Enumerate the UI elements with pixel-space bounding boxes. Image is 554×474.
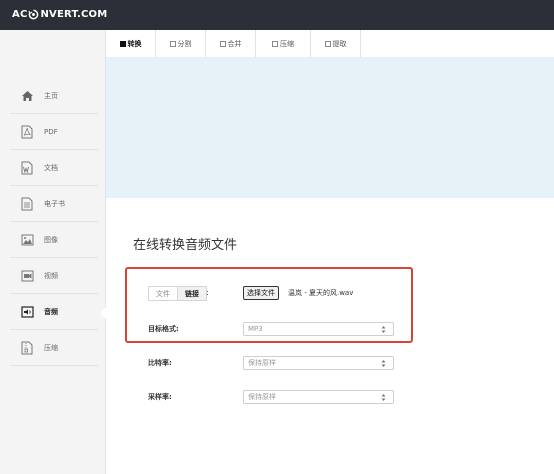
sidebar-item-label: 主页: [44, 91, 58, 100]
tab-merge[interactable]: 合并: [206, 30, 256, 57]
sidebar-item-label: 电子书: [44, 199, 65, 208]
target-format-label: 目标格式:: [148, 325, 179, 333]
video-icon: [20, 269, 34, 283]
choose-file-button[interactable]: 选择文件: [243, 286, 279, 300]
tab-checkbox-icon: [324, 40, 331, 47]
sidebar-item-image[interactable]: 图像: [10, 222, 98, 258]
tab-checkbox-icon: [169, 40, 176, 47]
logo-text-right: NVERT.COM: [40, 9, 108, 20]
sidebar-item-video[interactable]: 视频: [10, 258, 98, 294]
sidebar-item-label: PDF: [44, 127, 58, 136]
select-arrows-icon: [381, 326, 386, 333]
sample-rate-value: 保持原样: [248, 393, 276, 401]
sidebar-item-label: 图像: [44, 235, 58, 244]
sidebar-item-pdf[interactable]: PDF: [10, 114, 98, 150]
sidebar: 主页 PDF 文档 电子书 图像 视频 音频 压缩: [0, 30, 107, 474]
logo-text-left: AC: [12, 9, 28, 20]
bitrate-value: 保持原样: [248, 359, 276, 367]
word-document-icon: [20, 161, 34, 175]
sidebar-item-home[interactable]: 主页: [10, 78, 98, 114]
tab-compress[interactable]: 压缩: [256, 30, 311, 57]
target-format-select[interactable]: MP3: [243, 322, 394, 336]
bitrate-select[interactable]: 保持原样: [243, 356, 394, 370]
tool-tabs: 转换 分割 合并 压缩 提取: [106, 30, 554, 57]
pdf-icon: [20, 125, 34, 139]
ebook-icon: [20, 197, 34, 211]
archive-icon: [20, 341, 34, 355]
target-format-value: MP3: [248, 325, 263, 333]
select-arrows-icon: [381, 360, 386, 367]
site-logo[interactable]: AC NVERT.COM: [12, 9, 107, 20]
sidebar-item-label: 压缩: [44, 343, 58, 352]
tab-checkbox-icon: [219, 40, 226, 47]
top-bar: AC NVERT.COM: [0, 0, 554, 30]
sidebar-item-label: 视频: [44, 271, 58, 280]
sidebar-item-document[interactable]: 文档: [10, 150, 98, 186]
source-colon: :: [206, 288, 209, 297]
tab-split[interactable]: 分割: [156, 30, 206, 57]
tab-extract[interactable]: 提取: [311, 30, 361, 57]
tab-checkbox-icon: [272, 40, 278, 47]
ad-banner: [106, 57, 554, 198]
sidebar-item-ebook[interactable]: 电子书: [10, 186, 98, 222]
link-source-button[interactable]: 链接: [177, 287, 206, 300]
sample-rate-label: 采样率:: [148, 393, 172, 401]
tab-convert[interactable]: 转换: [106, 30, 156, 57]
home-icon: [20, 89, 34, 103]
source-toggle: 文件 链接: [148, 286, 207, 301]
bitrate-label: 比特率:: [148, 359, 172, 367]
tab-checkbox-icon: [119, 40, 126, 47]
sidebar-item-audio[interactable]: 音频: [10, 294, 98, 330]
sidebar-item-label: 文档: [44, 163, 58, 172]
selected-file-name: 温岚 - 夏天的风.wav: [288, 289, 354, 297]
active-item-pointer: [100, 306, 107, 320]
select-arrows-icon: [381, 394, 386, 401]
logo-swirl-icon: [28, 9, 39, 20]
audio-icon: [20, 305, 34, 319]
sidebar-item-label: 音频: [44, 307, 58, 316]
sample-rate-select[interactable]: 保持原样: [243, 390, 394, 404]
page-title: 在线转换音频文件: [133, 238, 238, 253]
file-source-button[interactable]: 文件: [149, 287, 177, 300]
image-icon: [20, 233, 34, 247]
sidebar-item-archive[interactable]: 压缩: [10, 330, 98, 366]
